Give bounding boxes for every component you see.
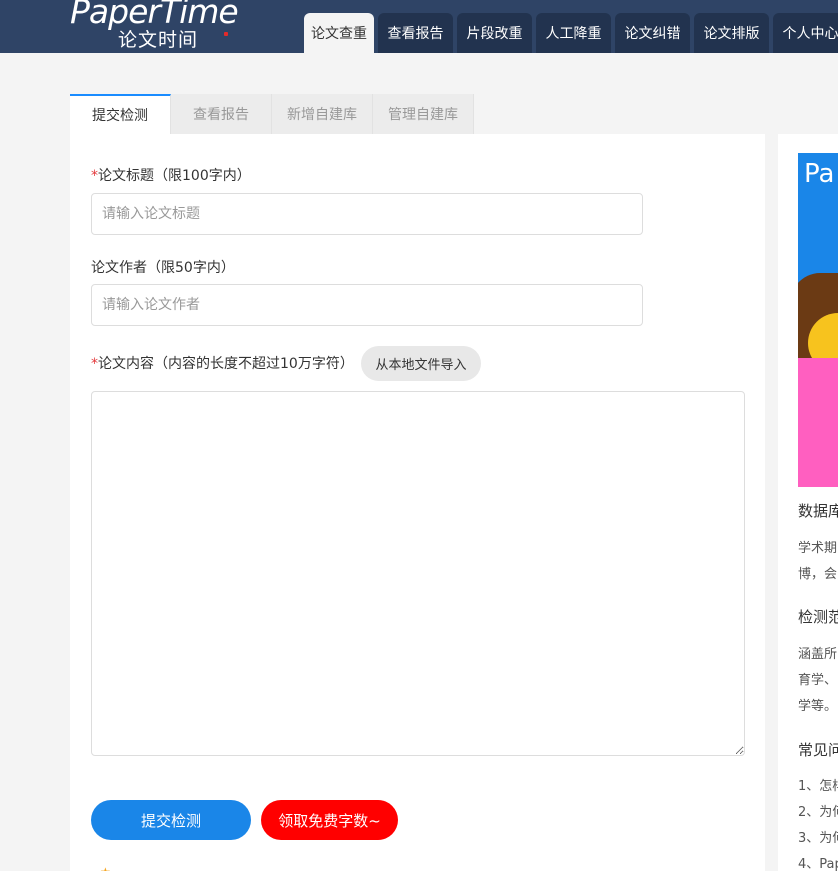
faq-item[interactable]: 4、Pap — [798, 853, 838, 871]
nav-tab-manual-reduce[interactable]: 人工降重 — [536, 13, 611, 53]
database-text-line: 学术期 — [798, 541, 838, 556]
submit-check-button[interactable]: 提交检测 — [91, 800, 251, 840]
paper-author-input[interactable] — [91, 284, 643, 326]
banner-illustration-figure — [798, 358, 838, 487]
import-local-file-button[interactable]: 从本地文件导入 — [361, 346, 481, 381]
promo-banner[interactable]: Pa — [798, 153, 838, 487]
faq-heading: 常见问 — [798, 741, 838, 759]
logo-subtitle: 论文时间 — [118, 29, 199, 51]
top-header: PaperTime 论文时间 论文查重 查看报告 片段改重 人工降重 论文纠错 … — [0, 0, 838, 53]
database-heading: 数据库 — [798, 502, 838, 520]
nav-tab-user-center[interactable]: 个人中心 — [773, 13, 838, 53]
star-icon: ★ — [100, 865, 111, 871]
subtab-submit-check[interactable]: 提交检测 — [70, 94, 171, 134]
logo-red-mark — [224, 32, 228, 36]
subtab-manage-custom-db[interactable]: 管理自建库 — [373, 94, 474, 134]
faq-item[interactable]: 2、为何 — [798, 801, 838, 820]
content-field-label: *论文内容（内容的长度不超过10万字符） — [91, 356, 354, 372]
database-text-line: 博，会 — [798, 567, 838, 582]
nav-tab-segment-rewrite[interactable]: 片段改重 — [457, 13, 532, 53]
scope-text-line: 学等。 — [798, 699, 838, 714]
subtab-add-custom-db[interactable]: 新增自建库 — [272, 94, 373, 134]
scope-text-line: 育学、 — [798, 673, 838, 688]
sub-tabs: 提交检测 查看报告 新增自建库 管理自建库 — [70, 94, 474, 134]
title-field-label: *论文标题（限100字内） — [91, 168, 251, 184]
claim-free-words-button[interactable]: 领取免费字数~ — [261, 800, 398, 840]
subtab-view-report[interactable]: 查看报告 — [171, 94, 272, 134]
main-nav: 论文查重 查看报告 片段改重 人工降重 论文纠错 论文排版 个人中心 — [304, 13, 838, 53]
paper-title-input[interactable] — [91, 193, 643, 235]
nav-tab-view-report[interactable]: 查看报告 — [378, 13, 453, 53]
faq-item[interactable]: 1、怎样 — [798, 775, 838, 794]
right-sidebar: Pa 数据库 学术期 博，会 检测范 涵盖所 育学、 学等。 常见问 1、怎样 … — [778, 134, 838, 871]
banner-title: Pa — [804, 159, 835, 189]
required-mark: * — [91, 356, 98, 372]
scope-text-line: 涵盖所 — [798, 647, 838, 662]
submit-form-panel: *论文标题（限100字内） 论文作者（限50字内） *论文内容（内容的长度不超过… — [70, 134, 765, 871]
scope-heading: 检测范 — [798, 608, 838, 626]
faq-item[interactable]: 3、为何 — [798, 827, 838, 846]
author-field-label: 论文作者（限50字内） — [91, 260, 235, 276]
paper-content-textarea[interactable] — [91, 391, 745, 756]
nav-tab-paper-check[interactable]: 论文查重 — [304, 13, 374, 53]
nav-tab-paper-correct[interactable]: 论文纠错 — [615, 13, 690, 53]
papertime-logo[interactable]: PaperTime 论文时间 — [70, 0, 260, 51]
required-mark: * — [91, 168, 98, 184]
nav-tab-paper-format[interactable]: 论文排版 — [694, 13, 769, 53]
